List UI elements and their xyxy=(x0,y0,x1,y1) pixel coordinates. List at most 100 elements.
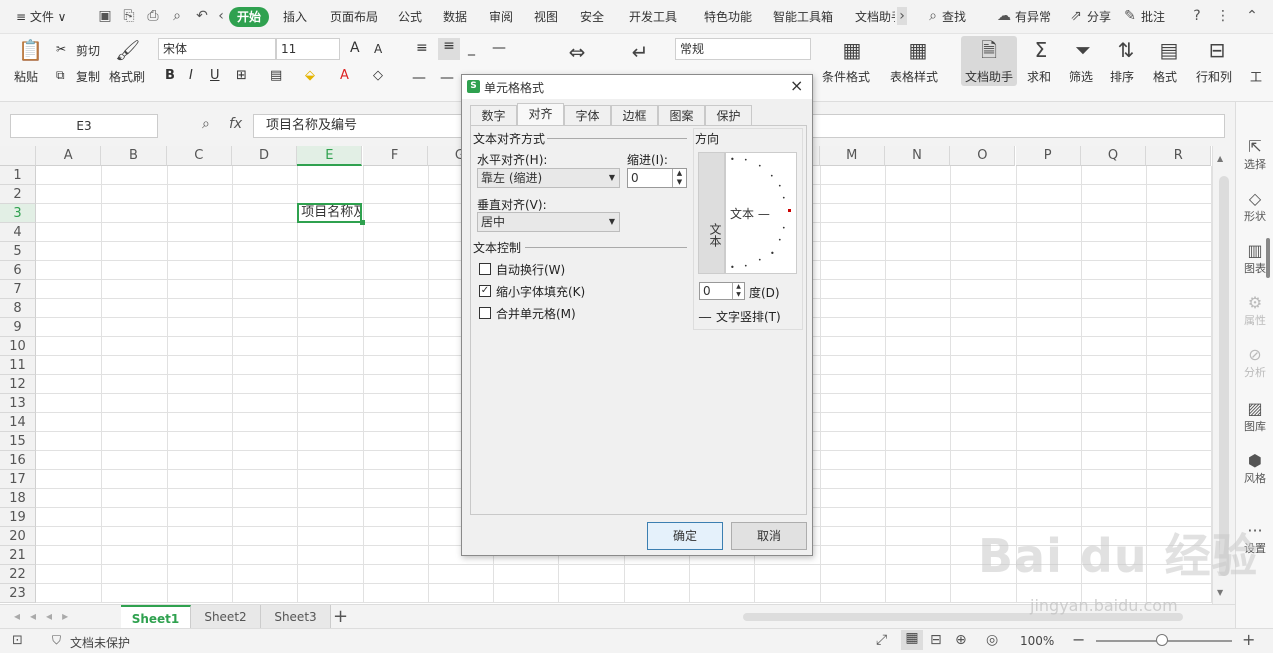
sidebar-item-gallery[interactable]: ▨ 图库 xyxy=(1236,400,1273,434)
vertical-layout-checkbox[interactable]: __ xyxy=(699,304,711,318)
paste-button[interactable]: 粘贴 xyxy=(14,68,38,85)
row-header[interactable]: 20 xyxy=(0,527,36,546)
align-center-icon[interactable]: — xyxy=(440,70,454,86)
tab-pattern[interactable]: 图案 xyxy=(658,105,705,126)
add-sheet-button[interactable]: + xyxy=(333,606,348,627)
wrap-icon[interactable]: ↵ xyxy=(628,40,652,64)
select-all-corner[interactable] xyxy=(0,146,36,166)
row-header[interactable]: 5 xyxy=(0,242,36,261)
font-size-select[interactable]: 11 xyxy=(276,38,340,60)
column-header[interactable]: M xyxy=(819,146,885,166)
cut-button[interactable]: 剪切 xyxy=(76,42,100,59)
wrap-checkbox[interactable] xyxy=(479,263,491,275)
zoom-level[interactable]: 100% xyxy=(1020,634,1054,648)
column-header[interactable]: F xyxy=(362,146,428,166)
stepper-arrows-icon[interactable]: ▲ ▼ xyxy=(672,169,686,187)
row-header[interactable]: 8 xyxy=(0,299,36,318)
tab-developer[interactable]: 开发工具 xyxy=(629,8,677,25)
tab-features[interactable]: 特色功能 xyxy=(704,8,752,25)
tab-font[interactable]: 字体 xyxy=(564,105,611,126)
row-header[interactable]: 15 xyxy=(0,432,36,451)
zoom-out-button[interactable]: − xyxy=(1072,630,1085,649)
tab-doc-assistant[interactable]: 文档助手 xyxy=(855,8,895,25)
orientation-dial[interactable]: 文本 — • • • • • • • • • • • • xyxy=(725,152,797,274)
row-header[interactable]: 11 xyxy=(0,356,36,375)
row-header[interactable]: 4 xyxy=(0,223,36,242)
tab-protection[interactable]: 保护 xyxy=(705,105,752,126)
row-header[interactable]: 21 xyxy=(0,546,36,565)
highlight-icon[interactable]: ⬙ xyxy=(305,68,315,83)
format-icon[interactable]: ▤ xyxy=(1157,38,1181,62)
border-icon[interactable]: ⊞ xyxy=(236,68,247,83)
indent-stepper[interactable]: 0 ▲ ▼ xyxy=(627,168,687,188)
font-grow-icon[interactable]: A xyxy=(350,40,360,56)
conditional-format-button[interactable]: 条件格式 xyxy=(822,68,870,85)
sort-button[interactable]: 排序 xyxy=(1110,68,1134,85)
rowcol-button[interactable]: 行和列 xyxy=(1196,68,1232,85)
row-header[interactable]: 1 xyxy=(0,166,36,185)
degree-stepper[interactable]: 0 ▲ ▼ xyxy=(699,282,745,300)
underline-icon[interactable]: U xyxy=(210,68,220,83)
collapse-icon[interactable]: ⌃ xyxy=(1243,7,1261,25)
tab-formulas[interactable]: 公式 xyxy=(398,8,422,25)
more-icon[interactable]: ⋮ xyxy=(1214,7,1232,25)
sync-status[interactable]: 有异常 xyxy=(1015,8,1051,25)
row-header[interactable]: 12 xyxy=(0,375,36,394)
font-name-select[interactable]: 宋体 xyxy=(158,38,276,60)
zoom-in-button[interactable]: + xyxy=(1242,630,1255,649)
sheet-tab-2[interactable]: Sheet2 xyxy=(191,605,261,629)
vertical-text-button[interactable]: 文本 xyxy=(698,152,725,274)
row-header[interactable]: 18 xyxy=(0,489,36,508)
fx-icon[interactable]: fx xyxy=(229,116,242,132)
column-header[interactable]: R xyxy=(1146,146,1212,166)
tab-page-layout[interactable]: 页面布局 xyxy=(330,8,378,25)
tab-insert[interactable]: 插入 xyxy=(283,8,307,25)
font-color-icon[interactable]: A xyxy=(340,68,349,83)
tab-view[interactable]: 视图 xyxy=(534,8,558,25)
sidebar-item-shapes[interactable]: ◇ 形状 xyxy=(1236,190,1273,224)
close-icon[interactable]: × xyxy=(790,76,803,95)
print-icon[interactable]: ⎙ xyxy=(144,7,162,25)
italic-icon[interactable]: I xyxy=(189,68,193,83)
worksheet-button[interactable]: 工 xyxy=(1250,68,1262,85)
vertical-layout-label[interactable]: 文字竖排(T) xyxy=(716,308,781,325)
shrink-label[interactable]: 缩小字体填充(K) xyxy=(496,283,585,300)
align-top-icon[interactable]: ≡ xyxy=(416,40,428,56)
tab-security[interactable]: 安全 xyxy=(580,8,604,25)
tab-data[interactable]: 数据 xyxy=(443,8,467,25)
doc-assistant-icon[interactable]: 🗎 xyxy=(977,38,1001,62)
wrap-label[interactable]: 自动换行(W) xyxy=(496,261,565,278)
vertical-align-select[interactable]: 居中 ▼ xyxy=(477,212,620,232)
help-icon[interactable]: ? xyxy=(1188,7,1206,25)
sidebar-item-analysis[interactable]: ⊘ 分析 xyxy=(1236,346,1273,380)
zoom-search-icon[interactable]: ⌕ xyxy=(202,116,210,132)
row-header[interactable]: 14 xyxy=(0,413,36,432)
sidebar-item-select[interactable]: ⇱ 选择 xyxy=(1236,138,1273,172)
filter-button[interactable]: 筛选 xyxy=(1069,68,1093,85)
sum-button[interactable]: 求和 xyxy=(1027,68,1051,85)
row-header[interactable]: 7 xyxy=(0,280,36,299)
column-header[interactable]: N xyxy=(884,146,951,166)
align-left-icon[interactable]: — xyxy=(412,70,426,86)
tab-number[interactable]: 数字 xyxy=(470,105,517,126)
rowcol-icon[interactable]: ⊟ xyxy=(1205,38,1229,62)
shrink-checkbox[interactable]: ✓ xyxy=(479,285,491,297)
tab-border[interactable]: 边框 xyxy=(611,105,658,126)
row-header[interactable]: 10 xyxy=(0,337,36,356)
protect-status[interactable]: 文档未保护 xyxy=(70,634,130,651)
format-painter-icon[interactable]: 🖌 xyxy=(115,38,140,62)
macro-icon[interactable]: ⊡ xyxy=(12,633,23,648)
row-header[interactable]: 3 xyxy=(0,204,36,223)
cancel-button[interactable]: 取消 xyxy=(731,522,807,550)
tab-review[interactable]: 审阅 xyxy=(489,8,513,25)
font-shrink-icon[interactable]: A xyxy=(374,42,382,56)
table-style-icon[interactable]: ▦ xyxy=(906,38,930,62)
row-header[interactable]: 13 xyxy=(0,394,36,413)
eye-protect-icon[interactable]: ◎ xyxy=(986,632,998,648)
column-header[interactable]: B xyxy=(101,146,167,166)
sheet-tab-3[interactable]: Sheet3 xyxy=(261,605,331,629)
export-pdf-icon[interactable]: ⎘ xyxy=(120,7,138,25)
page-break-view-icon[interactable]: ⊟ xyxy=(930,632,942,648)
copy-button[interactable]: 复制 xyxy=(76,68,100,85)
column-header[interactable]: P xyxy=(1015,146,1081,166)
